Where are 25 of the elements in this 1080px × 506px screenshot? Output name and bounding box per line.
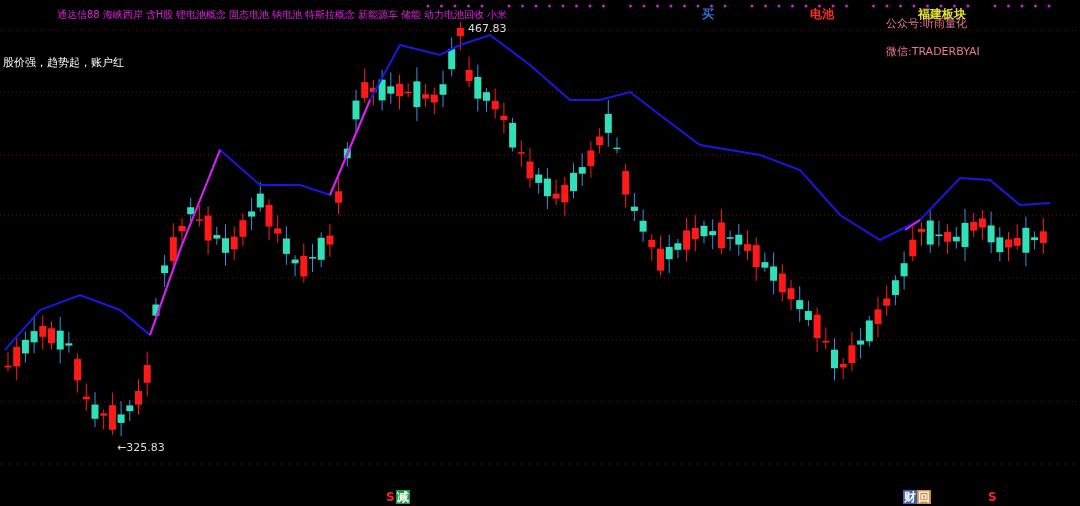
concept-tag: 固态电池	[229, 8, 270, 21]
concept-tag: 新能源车	[358, 8, 399, 21]
marker-badge: 财	[903, 490, 917, 504]
high-price-label: 467.83	[468, 22, 507, 35]
candlestick	[335, 177, 343, 215]
concept-tag: 特斯拉概念	[305, 8, 356, 21]
contact-text: 微信:TRADERBYAI	[886, 45, 980, 58]
sell-marker: S	[386, 490, 395, 504]
sell-marker: S	[988, 490, 997, 504]
signal-label: 电池	[810, 7, 834, 21]
candlestick	[152, 297, 160, 322]
low-price-label: ←325.83	[117, 441, 165, 454]
concept-tag: 锂电池概念	[176, 8, 227, 21]
slogan-text: 股价强，趋势起，账户红	[3, 56, 124, 69]
concept-tag: 小米	[487, 8, 508, 21]
candlestick	[343, 141, 351, 167]
concept-tag: 海峡西岸	[102, 8, 143, 21]
concept-tag: 含H股	[145, 8, 174, 21]
marker-badge: 减	[396, 490, 410, 504]
marker-badge: 回	[917, 490, 931, 504]
concept-tag: 动力电池回收	[424, 8, 485, 21]
concept-tag: 储能	[401, 8, 422, 21]
concept-tag: 钠电池	[272, 8, 303, 21]
signal-label: 买	[702, 7, 714, 21]
concept-tag: 通达信88	[57, 8, 100, 21]
